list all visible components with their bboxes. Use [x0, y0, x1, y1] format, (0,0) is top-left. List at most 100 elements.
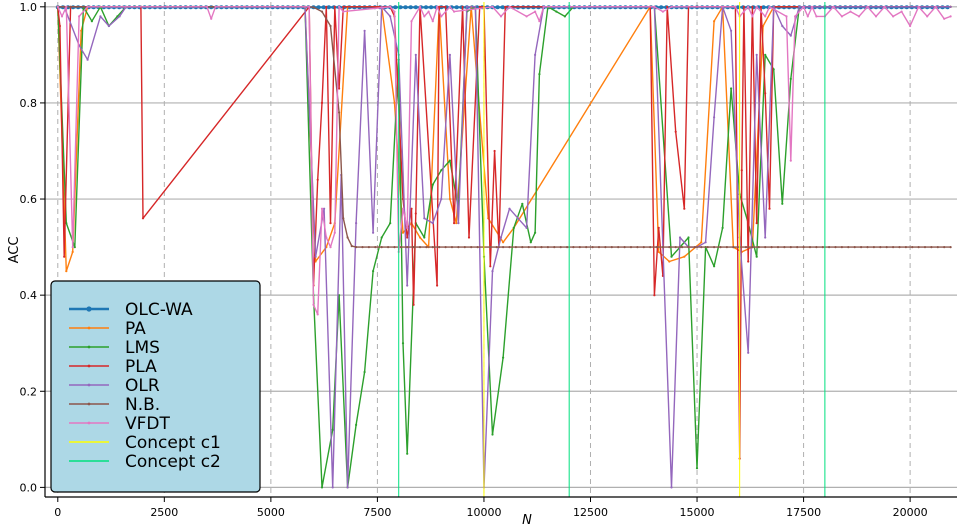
- data-point-vfdt: [789, 159, 792, 162]
- data-point-vfdt: [661, 10, 665, 13]
- data-point-olr: [508, 207, 511, 210]
- data-point-n-b: [847, 246, 850, 249]
- data-point-pa: [668, 260, 671, 263]
- data-point-pla: [316, 178, 319, 181]
- data-point-n-b: [936, 246, 939, 249]
- x-axis-label: N: [522, 513, 532, 528]
- data-point-vfdt: [874, 15, 878, 18]
- data-point-vfdt: [325, 236, 328, 239]
- data-point-vfdt: [86, 5, 89, 8]
- data-point-n-b: [949, 246, 952, 249]
- data-point-lms: [512, 226, 515, 229]
- data-point-vfdt: [436, 5, 439, 8]
- data-point-n-b: [892, 246, 895, 249]
- data-point-pla: [453, 222, 456, 225]
- data-point-olr: [474, 5, 477, 8]
- data-point-vfdt: [418, 5, 422, 8]
- data-point-n-b: [585, 246, 588, 249]
- x-tick-label: 2500: [150, 506, 178, 519]
- data-point-n-b: [553, 246, 556, 249]
- data-point-lms: [563, 15, 567, 18]
- data-point-vfdt: [785, 15, 788, 18]
- legend-label-n-b: N.B.: [125, 395, 160, 415]
- y-tick-label: 1.0: [20, 1, 38, 14]
- data-point-olr: [730, 29, 733, 32]
- data-point-n-b: [380, 246, 383, 249]
- data-point-lms: [320, 486, 324, 489]
- data-point-n-b: [82, 5, 85, 8]
- data-point-vfdt: [406, 226, 409, 229]
- data-point-lms: [355, 423, 358, 426]
- data-point-olr: [516, 217, 520, 220]
- data-point-olr: [323, 207, 326, 210]
- data-point-vfdt: [943, 17, 946, 20]
- data-point-olr: [431, 222, 434, 225]
- data-point-vfdt: [747, 5, 750, 8]
- data-point-pa: [455, 222, 458, 225]
- data-point-olr: [755, 53, 758, 57]
- data-point-vfdt: [508, 5, 511, 8]
- data-point-vfdt: [338, 5, 341, 8]
- data-point-pla: [338, 87, 341, 90]
- x-tick-label: 0: [54, 506, 61, 519]
- data-point-n-b: [406, 246, 409, 249]
- data-point-olr: [331, 486, 334, 489]
- data-point-lms: [521, 202, 524, 205]
- data-point-vfdt: [205, 5, 208, 8]
- x-tick-label: 17500: [786, 506, 821, 519]
- data-point-n-b: [457, 246, 460, 249]
- data-point-lms: [781, 202, 784, 205]
- data-point-n-b: [655, 246, 658, 249]
- data-point-olc-wa: [659, 5, 664, 10]
- data-point-n-b: [527, 246, 530, 249]
- data-point-n-b: [872, 246, 876, 249]
- legend-label-lms: LMS: [125, 338, 160, 358]
- data-point-vfdt: [802, 5, 805, 8]
- data-point-n-b: [776, 246, 780, 249]
- legend-marker-pla: [87, 364, 91, 368]
- legend-marker-olc-wa: [86, 306, 92, 312]
- data-point-pa: [683, 255, 686, 258]
- legend-label-pa: PA: [125, 319, 146, 339]
- data-point-n-b: [514, 246, 518, 249]
- data-point-vfdt: [949, 15, 952, 18]
- data-point-olr: [314, 255, 317, 258]
- data-point-pla: [489, 265, 492, 268]
- y-tick-label: 0.4: [20, 289, 38, 302]
- data-point-vfdt: [811, 5, 814, 8]
- data-point-olr: [457, 222, 460, 225]
- data-point-n-b: [930, 246, 933, 249]
- legend-label-concept-c2: Concept c2: [125, 452, 221, 472]
- data-point-vfdt: [499, 15, 503, 18]
- data-point-lms: [721, 226, 724, 229]
- data-point-n-b: [904, 246, 908, 249]
- data-point-olr: [414, 53, 417, 57]
- data-point-n-b: [687, 246, 690, 249]
- data-point-n-b: [668, 246, 671, 249]
- data-point-olr: [499, 236, 503, 239]
- data-point-olc-wa: [321, 5, 326, 10]
- legend-marker-vfdt: [87, 421, 91, 425]
- data-point-olc-wa: [424, 5, 428, 10]
- data-point-pla: [58, 24, 62, 28]
- data-point-olr: [772, 5, 775, 8]
- legend: OLC-WAPALMSPLAOLRN.B.VFDTConcept c1Conce…: [50, 280, 261, 493]
- data-point-n-b: [502, 246, 505, 249]
- data-point-vfdt: [751, 15, 754, 18]
- data-point-olr: [949, 5, 952, 8]
- data-point-n-b: [943, 246, 946, 249]
- chart-container: 0.0 0.2 0.4 0.6 0.8 1.0 0 2500 5000 7500 10000 1250…: [0, 0, 967, 531]
- data-point-n-b: [534, 246, 537, 249]
- data-point-n-b: [540, 246, 543, 249]
- data-point-vfdt: [794, 15, 797, 18]
- data-point-n-b: [610, 246, 613, 249]
- data-point-vfdt: [71, 246, 74, 249]
- data-point-vfdt: [892, 15, 895, 18]
- data-point-lms: [440, 169, 443, 172]
- data-point-olr: [440, 197, 443, 201]
- data-point-pla: [666, 5, 669, 8]
- data-point-n-b: [725, 246, 729, 249]
- data-point-vfdt: [849, 10, 852, 13]
- data-point-n-b: [508, 246, 511, 249]
- x-tick-label: 7500: [363, 506, 391, 519]
